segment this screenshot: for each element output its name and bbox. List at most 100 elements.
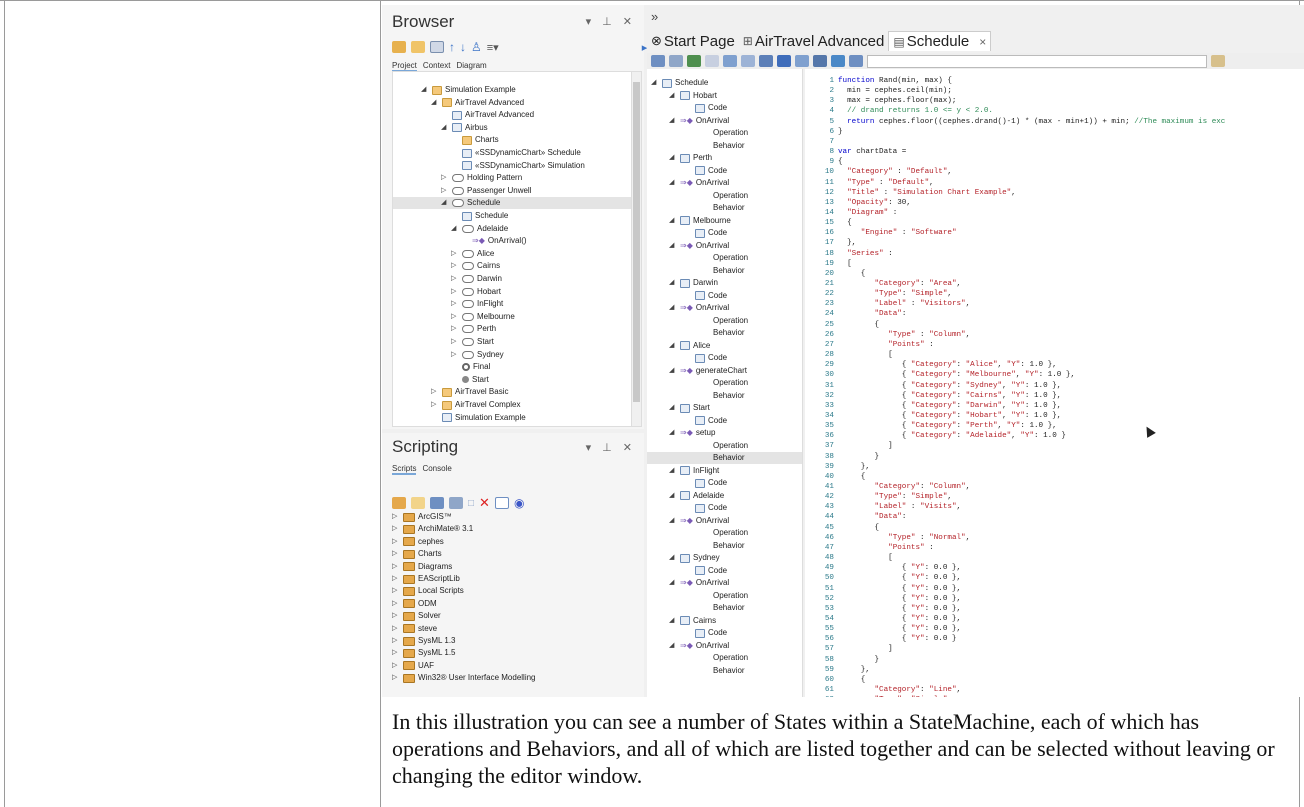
code-line[interactable]: 18 "Series" : [805,250,1304,258]
browser-tree-item[interactable]: ⇒◆ OnArrival() [393,235,633,247]
script-group-item[interactable]: ▷ EAScriptLib [392,573,460,585]
expand-toggle-icon[interactable]: ▷ [451,248,459,260]
code-line[interactable]: 21 "Category": "Area", [805,280,1304,288]
editor-tree-item[interactable]: Operation [647,652,802,664]
browser-tree-item[interactable]: ◢ Simulation Example [393,84,633,96]
save-icon[interactable] [430,497,444,509]
code-line[interactable]: 20 { [805,270,1304,278]
browser-tree-item[interactable]: ◢ Adelaide [393,223,633,235]
expand-toggle-icon[interactable]: ◢ [669,215,677,227]
move-down-icon[interactable]: ↓ [460,40,466,54]
delete-icon[interactable]: ✕ [479,495,490,511]
editor-tree-item[interactable]: Code [647,102,802,114]
script-group-item[interactable]: ▷ Charts [392,548,442,560]
browser-scrollbar[interactable] [631,72,641,426]
code-line[interactable]: 34 { "Category": "Hobart", "Y": 1.0 }, [805,412,1304,420]
editor-tree-item[interactable]: Behavior [647,265,802,277]
expand-toggle-icon[interactable]: ▷ [392,523,400,535]
new-file-icon[interactable] [411,497,425,509]
editor-tree-item[interactable]: Behavior [647,327,802,339]
editor-tree-item[interactable]: Code [647,502,802,514]
code-line[interactable]: 26 "Type" : "Column", [805,331,1304,339]
close-icon[interactable]: × [979,35,986,49]
code-editor[interactable]: 1 function Rand(min, max) { 2 min = cephes… [805,69,1304,697]
expand-toggle-icon[interactable]: ◢ [669,465,677,477]
script-group-item[interactable]: ▷ Diagrams [392,561,452,573]
expand-toggle-icon[interactable]: ▷ [392,660,400,672]
script-group-item[interactable]: ▷ Solver [392,610,441,622]
code-line[interactable]: 1 function Rand(min, max) { [805,77,1304,85]
code-line[interactable]: 13 "Opacity": 30, [805,199,1304,207]
code-line[interactable]: 43 "Label" : "Visits", [805,503,1304,511]
expand-toggle-icon[interactable]: ◢ [669,365,677,377]
script-group-item[interactable]: ▷ cephes [392,536,444,548]
expand-toggle-icon[interactable]: ◢ [669,177,677,189]
browser-tree-item[interactable]: ▷ Hobart [393,286,633,298]
code-line[interactable]: 6} [805,128,1304,136]
browser-tree-item[interactable]: ▷ AirTravel Basic [393,386,633,398]
code-line[interactable]: 11 "Type" : "Default", [805,179,1304,187]
search-input[interactable] [867,54,1207,68]
code-line[interactable]: 38 } [805,453,1304,461]
browser-tree-item[interactable]: ▷ Start [393,336,633,348]
editor-tree-item[interactable]: ◢ ⇒◆ OnArrival [647,577,802,589]
editor-tree-item[interactable]: ◢ Schedule [647,77,802,89]
code-line[interactable]: 30 { "Category": "Melbourne", "Y": 1.0 }… [805,371,1304,379]
code-line[interactable]: 46 "Type" : "Normal", [805,534,1304,542]
script-group-item[interactable]: ▷ ArcGIS™ [392,511,452,523]
editor-tree-item[interactable]: Operation [647,527,802,539]
toolbar-debug-icon[interactable] [795,55,809,67]
code-line[interactable]: 37 ] [805,442,1304,450]
toolbar-bookmark-icon[interactable] [831,55,845,67]
expand-toggle-icon[interactable]: ▷ [392,536,400,548]
code-line[interactable]: 41 "Category": "Column", [805,483,1304,491]
expand-toggle-icon[interactable]: ◢ [651,77,659,89]
editor-tree-item[interactable]: Operation [647,590,802,602]
code-line[interactable]: 15 { [805,219,1304,227]
tab-start-page[interactable]: ⊗ Start Page [647,31,739,51]
expand-toggle-icon[interactable]: ▷ [451,260,459,272]
expand-toggle-icon[interactable]: ◢ [669,90,677,102]
new-package-icon[interactable] [392,41,406,53]
stop-icon[interactable]: □ [468,498,474,509]
browser-tree-item[interactable]: ◢ AirTravel Advanced [393,97,633,109]
code-line[interactable]: 31 { "Category": "Sydney", "Y": 1.0 }, [805,382,1304,390]
browser-tree-item[interactable]: ▷ Perth [393,323,633,335]
expand-toggle-icon[interactable]: ◢ [669,152,677,164]
diagram-icon[interactable] [430,41,444,53]
expand-toggle-icon[interactable]: ▷ [441,185,449,197]
browser-tree-item[interactable]: ▷ Melbourne [393,311,633,323]
toolbar-help-icon[interactable] [1211,55,1225,67]
browser-tree-item[interactable]: ▷ Darwin [393,273,633,285]
expand-toggle-icon[interactable]: ◢ [421,84,429,96]
editor-tree-item[interactable]: ◢ Hobart [647,90,802,102]
script-group-item[interactable]: ▷ ArchiMate® 3.1 [392,523,473,535]
expand-toggle-icon[interactable]: ◢ [669,552,677,564]
editor-tree-item[interactable]: Behavior [647,540,802,552]
expand-toggle-icon[interactable]: ▷ [392,598,400,610]
toolbar-run-icon[interactable] [777,55,791,67]
expand-toggle-icon[interactable]: ◢ [669,302,677,314]
code-line[interactable]: 54 { "Y": 0.0 }, [805,615,1304,623]
expand-toggle-icon[interactable]: ◢ [669,490,677,502]
code-line[interactable]: 5 return cephes.floor((cephes.drand()-1)… [805,118,1304,126]
expand-toggle-icon[interactable]: ▷ [392,635,400,647]
editor-tree-item[interactable]: ◢ ⇒◆ OnArrival [647,240,802,252]
code-line[interactable]: 16 "Engine" : "Software" [805,229,1304,237]
code-line[interactable]: 14 "Diagram" : [805,209,1304,217]
code-line[interactable]: 49 { "Y": 0.0 }, [805,564,1304,572]
browser-tree-item[interactable]: ▷ AirTravel Complex [393,399,633,411]
expand-toggle-icon[interactable]: ▷ [431,399,439,411]
user-icon[interactable]: ♙ [471,40,482,54]
properties-icon[interactable] [494,497,509,509]
code-line[interactable]: 2 min = cephes.ceil(min); [805,87,1304,95]
editor-tree-item[interactable]: Code [647,227,802,239]
editor-tree-item[interactable]: ◢ Cairns [647,615,802,627]
code-line[interactable]: 8 var chartData = [805,148,1304,156]
editor-tree-item[interactable]: Code [647,627,802,639]
editor-tree-item[interactable]: Behavior [647,452,802,464]
expand-toggle-icon[interactable]: ▷ [392,623,400,635]
expand-toggle-icon[interactable]: ◢ [669,427,677,439]
tab-schedule[interactable]: ▤ Schedule × [888,31,992,51]
code-line[interactable]: 56 { "Y": 0.0 } [805,635,1304,643]
